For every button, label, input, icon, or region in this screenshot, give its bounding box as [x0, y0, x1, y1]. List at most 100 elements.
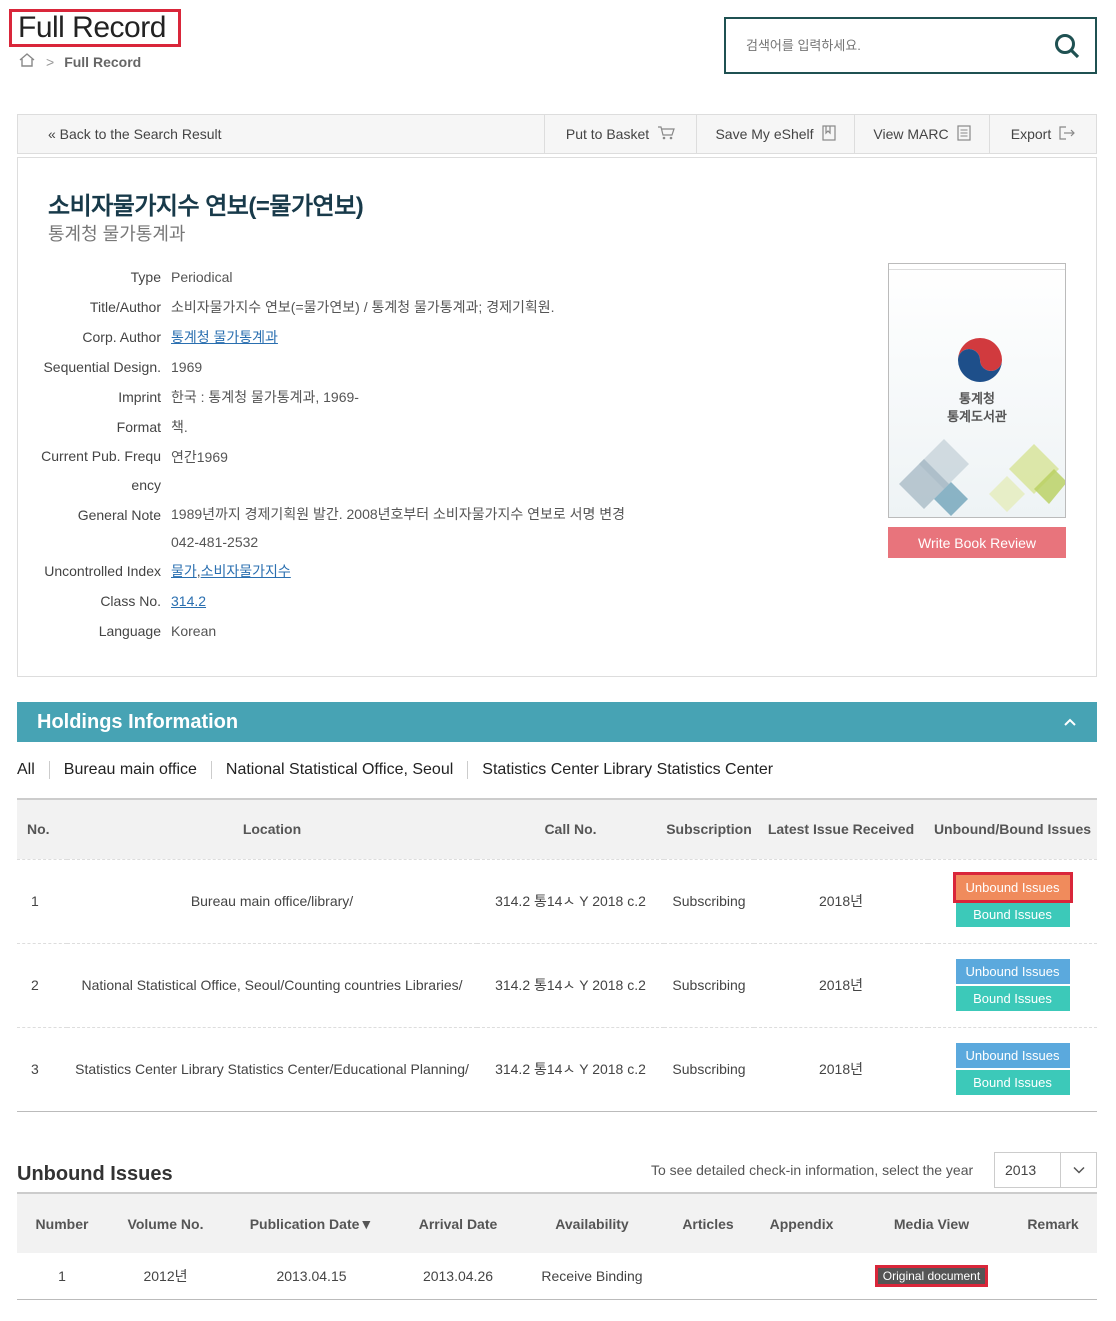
cell-volume: 2012년: [143, 1267, 188, 1284]
cover-text-2: 통계도서관: [947, 409, 1007, 424]
record-panel: 소비자물가지수 연보(=물가연보) 통계청 물가통계과 Type Periodic…: [17, 157, 1097, 677]
record-fields: Type Periodical Title/Author 소비자물가지수 연보(=물…: [38, 262, 678, 646]
cell-call-no: 314.2 통14ㅅ Y 2018 c.2: [477, 942, 664, 1027]
search-input[interactable]: [746, 38, 1053, 53]
field-label: Imprint: [118, 389, 161, 405]
holdings-table: No. Location Call No. Subscription Lates…: [17, 798, 1097, 1112]
field-type: Type Periodical: [38, 262, 678, 292]
record-title: 소비자물가지수 연보(=물가연보): [48, 193, 364, 220]
cell-appendix: [749, 1253, 854, 1299]
sort-publication-date[interactable]: Publication Date▼: [224, 1193, 399, 1253]
field-index: Uncontrolled Index 물가,소비자물가지수: [38, 556, 678, 586]
export-label: Export: [1010, 126, 1052, 142]
basket-label: Put to Basket: [565, 126, 650, 142]
cell-articles: [667, 1253, 749, 1299]
field-value: Periodical: [171, 269, 233, 285]
home-icon[interactable]: [18, 52, 36, 71]
cell-media-view: Original document: [854, 1253, 1009, 1299]
original-document-button[interactable]: Original document: [874, 1265, 989, 1288]
field-corp-author: Corp. Author 통계청 물가통계과: [38, 322, 678, 352]
cart-icon: [657, 125, 675, 143]
field-value: 1969: [171, 359, 203, 375]
cell-location: Statistics Center Library Statistics Cen…: [67, 1026, 477, 1111]
field-sequential: Sequential Design. 1969: [38, 352, 678, 382]
column-header: Appendix: [749, 1193, 854, 1253]
filter-bureau[interactable]: Bureau main office: [48, 761, 211, 779]
index-link[interactable]: 물가: [171, 563, 197, 579]
index-link[interactable]: 소비자물가지수: [201, 563, 291, 579]
cell-subscription: Subscribing: [664, 942, 754, 1027]
search-icon[interactable]: [1053, 32, 1081, 60]
chevron-down-icon[interactable]: [1060, 1153, 1096, 1187]
field-class-no: Class No. 314.2: [38, 586, 678, 616]
column-header: No.: [17, 799, 67, 859]
unbound-issues-button[interactable]: Unbound Issues: [952, 872, 1073, 903]
document-icon: [956, 124, 971, 144]
page-title: Full Record: [9, 9, 181, 47]
cell-issue-buttons: Unbound Issues Bound Issues: [928, 942, 1097, 1027]
holdings-header[interactable]: Holdings Information: [17, 702, 1097, 742]
column-header: Number: [17, 1193, 107, 1253]
marc-label: View MARC: [873, 126, 949, 142]
field-label: Uncontrolled Index: [44, 563, 161, 579]
bound-issues-button[interactable]: Bound Issues: [955, 986, 1070, 1011]
freq-label-1: Current Pub. Frequ: [41, 448, 161, 464]
write-review-button[interactable]: Write Book Review: [888, 527, 1066, 558]
field-imprint: Imprint 한국 : 통계청 물가통계과, 1969-: [38, 382, 678, 412]
year-select[interactable]: 2013: [994, 1152, 1097, 1188]
field-value: 책.: [171, 419, 188, 435]
record-toolbar: « Back to the Search Result Put to Baske…: [17, 114, 1097, 154]
field-label: Type: [130, 269, 161, 285]
cell-latest-issue: 2018년: [754, 858, 928, 943]
cell-latest-issue: 2018년: [754, 942, 928, 1027]
column-header: Location: [67, 799, 477, 859]
field-label: Class No.: [100, 593, 161, 609]
put-to-basket-button[interactable]: Put to Basket: [544, 115, 696, 153]
cover-text-1: 통계청: [959, 391, 995, 406]
save-eshelf-button[interactable]: Save My eShelf: [696, 115, 854, 153]
cell-no: 2: [17, 942, 67, 1027]
column-header: Availability: [517, 1193, 667, 1253]
cell-no: 1: [17, 858, 67, 943]
cell-issue-buttons: Unbound Issues Bound Issues: [928, 1026, 1097, 1111]
breadcrumb-separator-icon: >: [46, 53, 55, 70]
year-hint: To see detailed check-in information, se…: [651, 1162, 974, 1178]
field-label: Current Pub. Frequ ency: [38, 442, 171, 500]
note-line-2: 042-481-2532: [171, 534, 259, 550]
breadcrumb: > Full Record: [18, 52, 141, 71]
filter-all[interactable]: All: [17, 761, 49, 779]
corp-author-link[interactable]: 통계청 물가통계과: [171, 329, 278, 345]
cell-call-no: 314.2 통14ㅅ Y 2018 c.2: [477, 858, 664, 943]
cell-issue-buttons: Unbound Issues Bound Issues: [928, 858, 1097, 943]
field-value: 한국 : 통계청 물가통계과, 1969-: [171, 389, 359, 405]
field-label: Language: [98, 623, 161, 639]
breadcrumb-current: Full Record: [64, 53, 142, 70]
field-label: Corp. Author: [82, 329, 161, 345]
view-marc-button[interactable]: View MARC: [854, 115, 989, 153]
freq-label-2: ency: [131, 477, 161, 493]
unbound-issues-button[interactable]: Unbound Issues: [955, 959, 1070, 984]
field-frequency: Current Pub. Frequ ency 연간1969: [38, 442, 678, 500]
cell-subscription: Subscribing: [664, 1026, 754, 1111]
table-row: 3 Statistics Center Library Statistics C…: [17, 1026, 1097, 1111]
book-cover: 통계청 통계도서관: [888, 263, 1066, 518]
cell-arrival-date: 2013.04.26: [422, 1267, 494, 1284]
bound-issues-button[interactable]: Bound Issues: [955, 1070, 1070, 1095]
cell-availability: Receive Binding: [541, 1267, 643, 1284]
cover-text: 통계청 통계도서관: [889, 390, 1065, 426]
cell-number: 1: [58, 1267, 66, 1284]
back-to-results-link[interactable]: « Back to the Search Result: [18, 115, 544, 153]
export-button[interactable]: Export: [989, 115, 1096, 153]
unbound-issues-button[interactable]: Unbound Issues: [955, 1043, 1070, 1068]
column-header: Media View: [854, 1193, 1009, 1253]
field-general-note: General Note 1989년까지 경제기획원 발간. 2008년호부터 소…: [38, 500, 678, 556]
note-line-1: 1989년까지 경제기획원 발간. 2008년호부터 소비자물가지수 연보로 서…: [171, 506, 626, 522]
search-box: [724, 17, 1097, 74]
holdings-title: Holdings Information: [37, 710, 239, 733]
bound-issues-button[interactable]: Bound Issues: [955, 902, 1070, 927]
field-value: 연간1969: [171, 449, 228, 465]
filter-national-office[interactable]: National Statistical Office, Seoul: [210, 761, 467, 779]
chevron-up-icon[interactable]: [1063, 714, 1077, 730]
class-no-link[interactable]: 314.2: [171, 593, 206, 609]
filter-statistics-center[interactable]: Statistics Center Library Statistics Cen…: [467, 761, 787, 779]
